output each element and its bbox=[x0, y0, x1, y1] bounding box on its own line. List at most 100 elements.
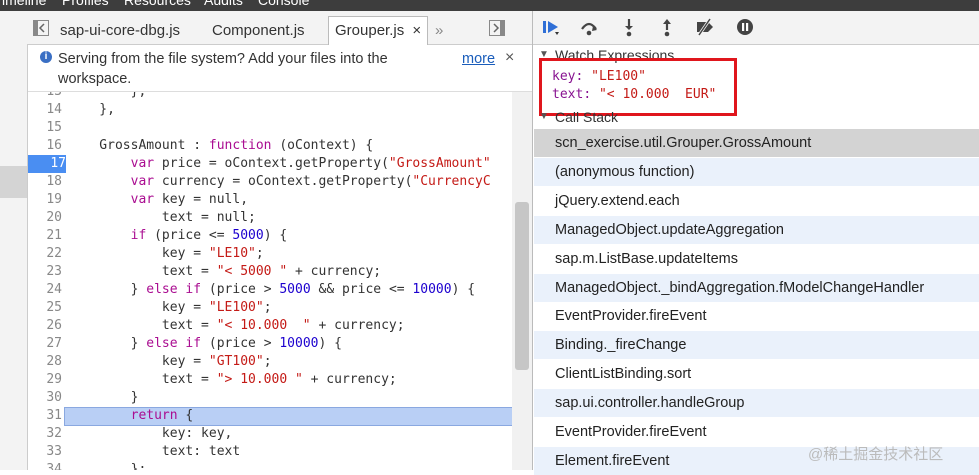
resume-icon[interactable] bbox=[541, 17, 561, 37]
watch-row[interactable]: text: "< 10.000 EUR" bbox=[552, 87, 716, 102]
line-number[interactable]: 24 bbox=[28, 281, 62, 299]
code-text: text = "> 10.000 " + currency; bbox=[68, 372, 397, 387]
tab-sap-ui-core-dbg[interactable]: sap-ui-core-dbg.js bbox=[60, 17, 180, 44]
code-line[interactable]: 19 var key = null, bbox=[28, 191, 512, 209]
code-line[interactable]: 28 key = "GT100"; bbox=[28, 353, 512, 371]
code-editor[interactable]: 13 },14 },1516 GrossAmount : function (o… bbox=[28, 92, 512, 470]
code-line[interactable]: 27 } else if (price > 10000) { bbox=[28, 335, 512, 353]
line-number[interactable]: 34 bbox=[28, 461, 62, 470]
code-text: var key = null, bbox=[130, 192, 249, 207]
debugger-toolbar bbox=[533, 11, 979, 45]
infobar-close-icon[interactable]: × bbox=[505, 49, 514, 67]
call-frame[interactable]: sap.m.ListBase.updateItems bbox=[534, 245, 979, 273]
code-line[interactable]: 20 text = null; bbox=[28, 209, 512, 227]
call-frame-label: sap.m.ListBase.updateItems bbox=[555, 250, 738, 267]
infobar-message: Serving from the file system? Add your f… bbox=[58, 51, 388, 87]
line-number[interactable]: 27 bbox=[28, 335, 62, 353]
line-number[interactable]: 14 bbox=[28, 101, 62, 119]
code-line[interactable]: 18 var currency = oContext.getProperty("… bbox=[28, 173, 512, 191]
call-stack-header[interactable]: ▼ Call Stack bbox=[533, 108, 979, 126]
code-line[interactable]: 15 bbox=[28, 119, 512, 137]
line-number[interactable]: 16 bbox=[28, 137, 62, 155]
call-frame-label: ManagedObject.updateAggregation bbox=[555, 221, 784, 238]
watch-row[interactable]: key: "LE100" bbox=[552, 69, 646, 84]
line-number[interactable]: 21 bbox=[28, 227, 62, 245]
deactivate-breakpoints-icon[interactable] bbox=[695, 17, 715, 37]
step-out-icon[interactable] bbox=[657, 17, 677, 37]
line-number[interactable]: 26 bbox=[28, 317, 62, 335]
call-frame[interactable]: ManagedObject.updateAggregation bbox=[534, 215, 979, 244]
tab-overflow-icon[interactable]: » bbox=[435, 17, 443, 44]
navigator-selected-item[interactable] bbox=[0, 166, 27, 198]
line-number[interactable]: 22 bbox=[28, 245, 62, 263]
code-text: key = "LE10"; bbox=[68, 246, 264, 261]
line-number[interactable]: 13 bbox=[28, 92, 62, 101]
code-line[interactable]: 24 } else if (price > 5000 && price <= 1… bbox=[28, 281, 512, 299]
expand-triangle-icon: ▼ bbox=[539, 111, 549, 122]
code-text: }, bbox=[68, 92, 147, 101]
call-frame[interactable]: sap.ui.controller.handleGroup bbox=[534, 389, 979, 418]
code-line[interactable]: 33 text: text bbox=[28, 443, 512, 461]
code-line[interactable]: 14 }, bbox=[28, 101, 512, 119]
pause-on-exceptions-icon[interactable] bbox=[735, 17, 755, 37]
step-over-icon[interactable] bbox=[579, 17, 599, 37]
code-text: var currency = oContext.getProperty("Cur… bbox=[130, 174, 491, 189]
call-frame[interactable]: Binding._fireChange bbox=[534, 331, 979, 360]
line-number[interactable]: 29 bbox=[28, 371, 62, 389]
line-number[interactable]: 19 bbox=[28, 191, 62, 209]
tab-grouper[interactable]: Grouper.js × bbox=[328, 16, 429, 45]
line-number[interactable]: 28 bbox=[28, 353, 62, 371]
editor-scrollbar-thumb[interactable] bbox=[515, 202, 529, 370]
call-frame[interactable]: ClientListBinding.sort bbox=[534, 360, 979, 388]
call-frame[interactable]: EventProvider.fireEvent bbox=[534, 302, 979, 330]
code-line[interactable]: 25 key = "LE100"; bbox=[28, 299, 512, 317]
call-stack-title: Call Stack bbox=[555, 109, 619, 125]
call-frame[interactable]: jQuery.extend.each bbox=[534, 187, 979, 215]
call-frame[interactable]: ManagedObject._bindAggregation.fModelCha… bbox=[534, 273, 979, 302]
menu-item-console[interactable]: Console bbox=[258, 0, 309, 8]
watch-key: key bbox=[552, 69, 576, 84]
line-number[interactable]: 18 bbox=[28, 173, 62, 191]
line-number[interactable]: 23 bbox=[28, 263, 62, 281]
line-number[interactable]: 32 bbox=[28, 425, 62, 443]
infobar-more-link[interactable]: more bbox=[462, 51, 495, 67]
call-frame[interactable]: scn_exercise.util.Grouper.GrossAmount bbox=[534, 129, 979, 157]
call-frame-label: ManagedObject._bindAggregation.fModelCha… bbox=[555, 279, 925, 296]
line-number[interactable]: 20 bbox=[28, 209, 62, 227]
menu-item-timeline[interactable]: Timeline bbox=[0, 0, 46, 8]
line-number[interactable]: 31 bbox=[28, 407, 62, 425]
watch-value: "< 10.000 EUR" bbox=[598, 87, 717, 102]
code-line[interactable]: 16 GrossAmount : function (oContext) { bbox=[28, 137, 512, 155]
call-frame[interactable]: EventProvider.fireEvent bbox=[534, 418, 979, 446]
step-into-icon[interactable] bbox=[619, 17, 639, 37]
code-line[interactable]: 30 } bbox=[28, 389, 512, 407]
debugger-sidebar: ▼ Watch Expressions key: "LE100" text: "… bbox=[532, 11, 979, 475]
line-number[interactable]: 15 bbox=[28, 119, 62, 137]
call-frame[interactable]: (anonymous function) bbox=[534, 157, 979, 186]
code-line[interactable]: 31 return { bbox=[28, 407, 512, 426]
code-text: }; bbox=[68, 462, 147, 470]
line-number[interactable]: 25 bbox=[28, 299, 62, 317]
code-line[interactable]: 23 text = "< 5000 " + currency; bbox=[28, 263, 512, 281]
line-number[interactable]: 30 bbox=[28, 389, 62, 407]
menu-item-profiles[interactable]: Profiles bbox=[62, 0, 109, 8]
code-line[interactable]: 26 text = "< 10.000 " + currency; bbox=[28, 317, 512, 335]
call-frame-label: Element.fireEvent bbox=[555, 452, 670, 469]
tab-close-icon[interactable]: × bbox=[412, 22, 421, 39]
editor-scrollbar[interactable] bbox=[512, 92, 532, 470]
code-line[interactable]: 29 text = "> 10.000 " + currency; bbox=[28, 371, 512, 389]
code-line[interactable]: 22 key = "LE10"; bbox=[28, 245, 512, 263]
toggle-navigator-icon[interactable] bbox=[33, 20, 49, 36]
code-line[interactable]: 21 if (price <= 5000) { bbox=[28, 227, 512, 245]
code-line[interactable]: 34 }; bbox=[28, 461, 512, 470]
menu-item-audits[interactable]: Audits bbox=[204, 0, 243, 8]
code-line[interactable]: 17 var price = oContext.getProperty("Gro… bbox=[28, 155, 512, 173]
tab-component[interactable]: Component.js bbox=[212, 17, 305, 44]
code-text: } else if (price > 10000) { bbox=[68, 336, 342, 351]
code-line[interactable]: 13 }, bbox=[28, 92, 512, 101]
line-number[interactable]: 33 bbox=[28, 443, 62, 461]
code-line[interactable]: 32 key: key, bbox=[28, 425, 512, 443]
toggle-debugger-icon[interactable] bbox=[489, 20, 505, 36]
menu-item-resources[interactable]: Resources bbox=[124, 0, 191, 8]
breakpoint-marker[interactable]: 17 bbox=[28, 155, 66, 173]
